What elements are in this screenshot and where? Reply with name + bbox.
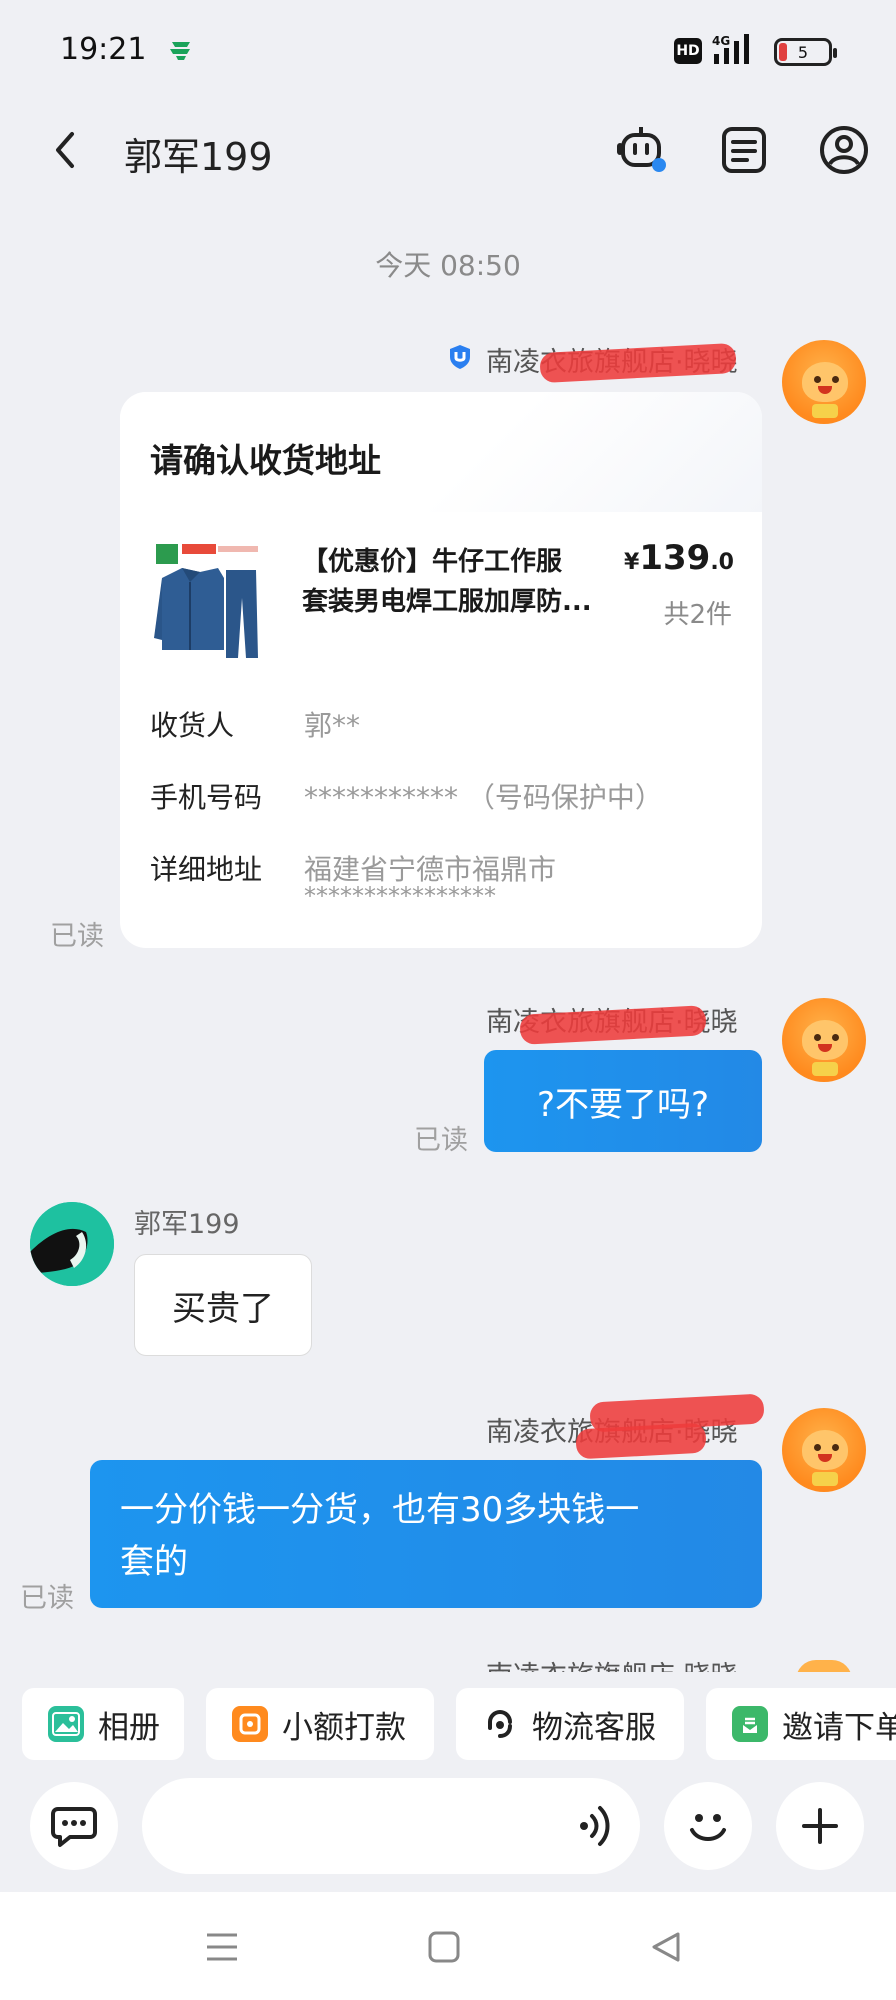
read-status: 已读 bbox=[414, 1125, 468, 1156]
message-bubble[interactable]: 一分价钱一分货，也有30多块钱一 套的 bbox=[90, 1460, 762, 1608]
chat-header: 郭军199 bbox=[0, 100, 896, 200]
voice-icon[interactable] bbox=[572, 1802, 620, 1850]
message-bubble[interactable]: ?不要了吗? bbox=[484, 1050, 762, 1152]
message-bubble[interactable]: 买贵了 bbox=[134, 1254, 312, 1356]
back-triangle-icon[interactable] bbox=[638, 1922, 694, 1972]
signal-icon: 4G bbox=[710, 32, 760, 66]
price-integer: 139 bbox=[639, 538, 711, 578]
phone-label: 手机号码 bbox=[150, 781, 263, 814]
recipient-label: 收货人 bbox=[150, 709, 235, 742]
back-button[interactable] bbox=[36, 120, 96, 180]
card-title: 请确认收货地址 bbox=[150, 441, 381, 480]
battery-level: 5 bbox=[797, 42, 809, 62]
partial-message: 南凌衣旅旗舰店·晓晓 bbox=[0, 1660, 896, 1672]
shop-avatar bbox=[796, 1660, 852, 1672]
invite-order-label: 邀请下单 bbox=[782, 1709, 896, 1746]
price-decimal: .0 bbox=[710, 550, 734, 575]
chat-bubble-icon bbox=[51, 1807, 97, 1847]
shop-avatar[interactable] bbox=[782, 1408, 866, 1492]
emoji-icon bbox=[690, 1814, 726, 1841]
notes-icon[interactable] bbox=[716, 122, 772, 178]
hd-icon: HD bbox=[674, 38, 702, 64]
message-line1: 一分价钱一分货，也有30多块钱一 bbox=[120, 1490, 640, 1530]
quick-actions-bar: 相册 小额打款 物流客服 邀请下单 bbox=[0, 1688, 896, 1764]
small-payment-button[interactable]: 小额打款 bbox=[206, 1688, 434, 1760]
product-name-line2: 套装男电焊工服加厚防... bbox=[302, 587, 592, 617]
product-price: ¥139.0 bbox=[624, 538, 734, 578]
payment-icon bbox=[232, 1706, 268, 1742]
shop-avatar[interactable] bbox=[782, 340, 866, 424]
recipient-value: 郭** bbox=[304, 709, 361, 742]
chevron-left-icon bbox=[56, 132, 74, 168]
post-app-icon bbox=[166, 34, 196, 64]
logistics-service-label: 物流客服 bbox=[532, 1709, 656, 1746]
message-line2: 套的 bbox=[120, 1542, 188, 1582]
product-name-line1: 【优惠价】牛仔工作服 bbox=[302, 547, 563, 577]
message-input[interactable] bbox=[142, 1778, 640, 1874]
status-time: 19:21 bbox=[60, 32, 147, 67]
invite-order-button[interactable]: 邀请下单 bbox=[706, 1688, 896, 1760]
svg-text:4G: 4G bbox=[712, 34, 730, 48]
profile-icon[interactable] bbox=[816, 122, 872, 178]
read-status: 已读 bbox=[20, 1583, 74, 1614]
emoji-button[interactable] bbox=[664, 1782, 752, 1870]
sender-name: 郭军199 bbox=[134, 1209, 240, 1240]
price-currency: ¥ bbox=[624, 550, 640, 575]
time-divider: 今天 08:50 bbox=[375, 249, 521, 282]
input-bar bbox=[0, 1778, 896, 1888]
battery-icon: 5 bbox=[774, 38, 837, 66]
status-bar: 19:21 HD 4G 5 bbox=[0, 0, 896, 100]
album-label: 相册 bbox=[98, 1709, 160, 1746]
page-title: 郭军199 bbox=[124, 135, 273, 179]
product-name[interactable]: 【优惠价】牛仔工作服 套装男电焊工服加厚防... bbox=[302, 542, 622, 622]
address-value-detail: **************** bbox=[304, 882, 496, 910]
shield-badge-icon bbox=[450, 345, 470, 369]
plus-icon bbox=[802, 1808, 838, 1844]
system-nav-bar bbox=[0, 1892, 896, 2000]
address-confirm-card[interactable]: 请确认收货地址 【优惠价】牛仔工作服 套装男电焊工服加厚防... ¥139.0 … bbox=[120, 392, 762, 948]
home-square-icon[interactable] bbox=[416, 1922, 472, 1972]
phone-value: *********** （号码保护中） bbox=[304, 781, 663, 814]
shop-avatar[interactable] bbox=[782, 998, 866, 1082]
invite-icon bbox=[732, 1706, 768, 1742]
chat-mode-button[interactable] bbox=[30, 1782, 118, 1870]
address-label: 详细地址 bbox=[150, 853, 263, 886]
product-count: 共2件 bbox=[663, 600, 732, 630]
logistics-service-button[interactable]: 物流客服 bbox=[456, 1688, 684, 1760]
product-image[interactable] bbox=[152, 538, 262, 664]
small-payment-label: 小额打款 bbox=[282, 1709, 406, 1746]
image-icon bbox=[48, 1706, 84, 1742]
more-button[interactable] bbox=[776, 1782, 864, 1870]
user-avatar[interactable] bbox=[30, 1202, 114, 1286]
robot-icon[interactable] bbox=[614, 122, 670, 178]
headset-icon bbox=[482, 1706, 518, 1742]
album-button[interactable]: 相册 bbox=[22, 1688, 184, 1760]
sender-name: 南凌衣旅旗舰店·晓晓 bbox=[486, 1660, 738, 1672]
menu-icon[interactable] bbox=[194, 1922, 250, 1972]
redaction-mark bbox=[575, 1422, 707, 1460]
read-status: 已读 bbox=[50, 921, 104, 952]
